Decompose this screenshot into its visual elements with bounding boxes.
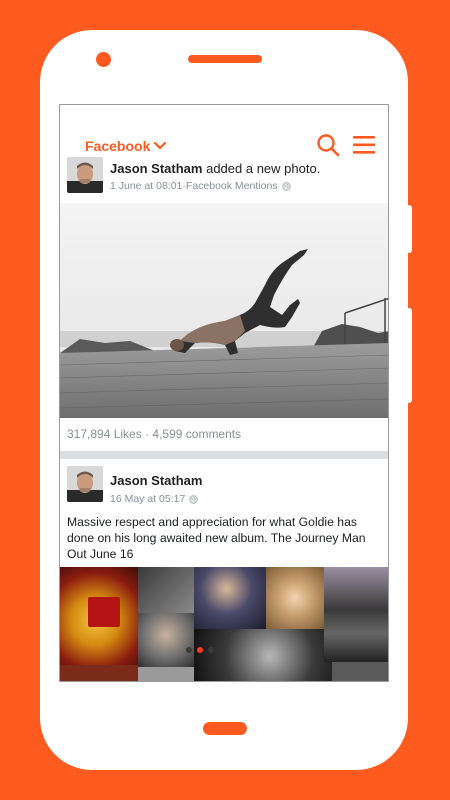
- post-photo[interactable]: [60, 203, 388, 418]
- carousel-tile: [194, 567, 266, 629]
- photo-carousel[interactable]: [60, 567, 388, 681]
- post-author-line: Jason Statham added a new photo.: [110, 161, 320, 176]
- stats-separator: ·: [141, 427, 153, 441]
- globe-icon: [189, 494, 199, 504]
- avatar[interactable]: [67, 157, 103, 193]
- carousel-tile: [266, 567, 324, 629]
- carousel-dot[interactable]: [186, 647, 192, 653]
- top-bar: Facebook: [60, 105, 388, 157]
- carousel-dot[interactable]: [208, 647, 214, 653]
- app-screen: Facebook Jason Statham added a new photo…: [59, 104, 389, 682]
- likes-count[interactable]: 317,894 Likes: [67, 427, 142, 441]
- carousel-tile: [138, 667, 194, 681]
- globe-icon: [281, 181, 291, 191]
- hamburger-menu-icon[interactable]: [353, 135, 375, 155]
- post-source[interactable]: Facebook Mentions: [186, 180, 278, 192]
- feed-selector-dropdown[interactable]: Facebook: [85, 138, 167, 154]
- post-meta: 16 May at 05:17: [110, 493, 199, 505]
- carousel-tile: [88, 597, 120, 627]
- post-author-name[interactable]: Jason Statham: [110, 473, 202, 488]
- post-date[interactable]: 1 June at 08:01: [110, 180, 182, 192]
- feed-selector-label: Facebook: [85, 138, 151, 154]
- post-header: Jason Statham 16 May at 05:17: [60, 463, 388, 507]
- phone-volume-button: [406, 205, 412, 253]
- carousel-dot-active[interactable]: [197, 647, 203, 653]
- carousel-indicator: [186, 647, 214, 653]
- post-stats: 317,894 Likes · 4,599 comments: [67, 427, 241, 441]
- post-meta: 1 June at 08:01 · Facebook Mentions: [110, 180, 291, 192]
- post-text: Massive respect and appreciation for wha…: [67, 515, 366, 561]
- phone-speaker: [188, 55, 262, 63]
- phone-camera: [96, 52, 111, 67]
- phone-home-button: [203, 722, 247, 735]
- post-author-name[interactable]: Jason Statham: [110, 161, 202, 176]
- post-action: added a new photo.: [202, 161, 321, 176]
- search-icon[interactable]: [316, 133, 340, 157]
- carousel-tile: [138, 613, 194, 668]
- avatar[interactable]: [67, 466, 103, 502]
- carousel-tile: [60, 665, 138, 681]
- phone-power-button: [406, 308, 412, 403]
- post-date[interactable]: 16 May at 05:17: [110, 493, 185, 505]
- post-header: Jason Statham added a new photo. 1 June …: [60, 155, 388, 199]
- post-author-line: Jason Statham: [110, 473, 202, 488]
- carousel-tile: [324, 567, 388, 662]
- chevron-down-icon: [154, 142, 167, 150]
- post-divider: [60, 451, 388, 459]
- comments-count[interactable]: 4,599 comments: [152, 427, 241, 441]
- carousel-tile: [194, 629, 332, 681]
- carousel-tile: [138, 567, 194, 613]
- carousel-tile: [332, 662, 388, 681]
